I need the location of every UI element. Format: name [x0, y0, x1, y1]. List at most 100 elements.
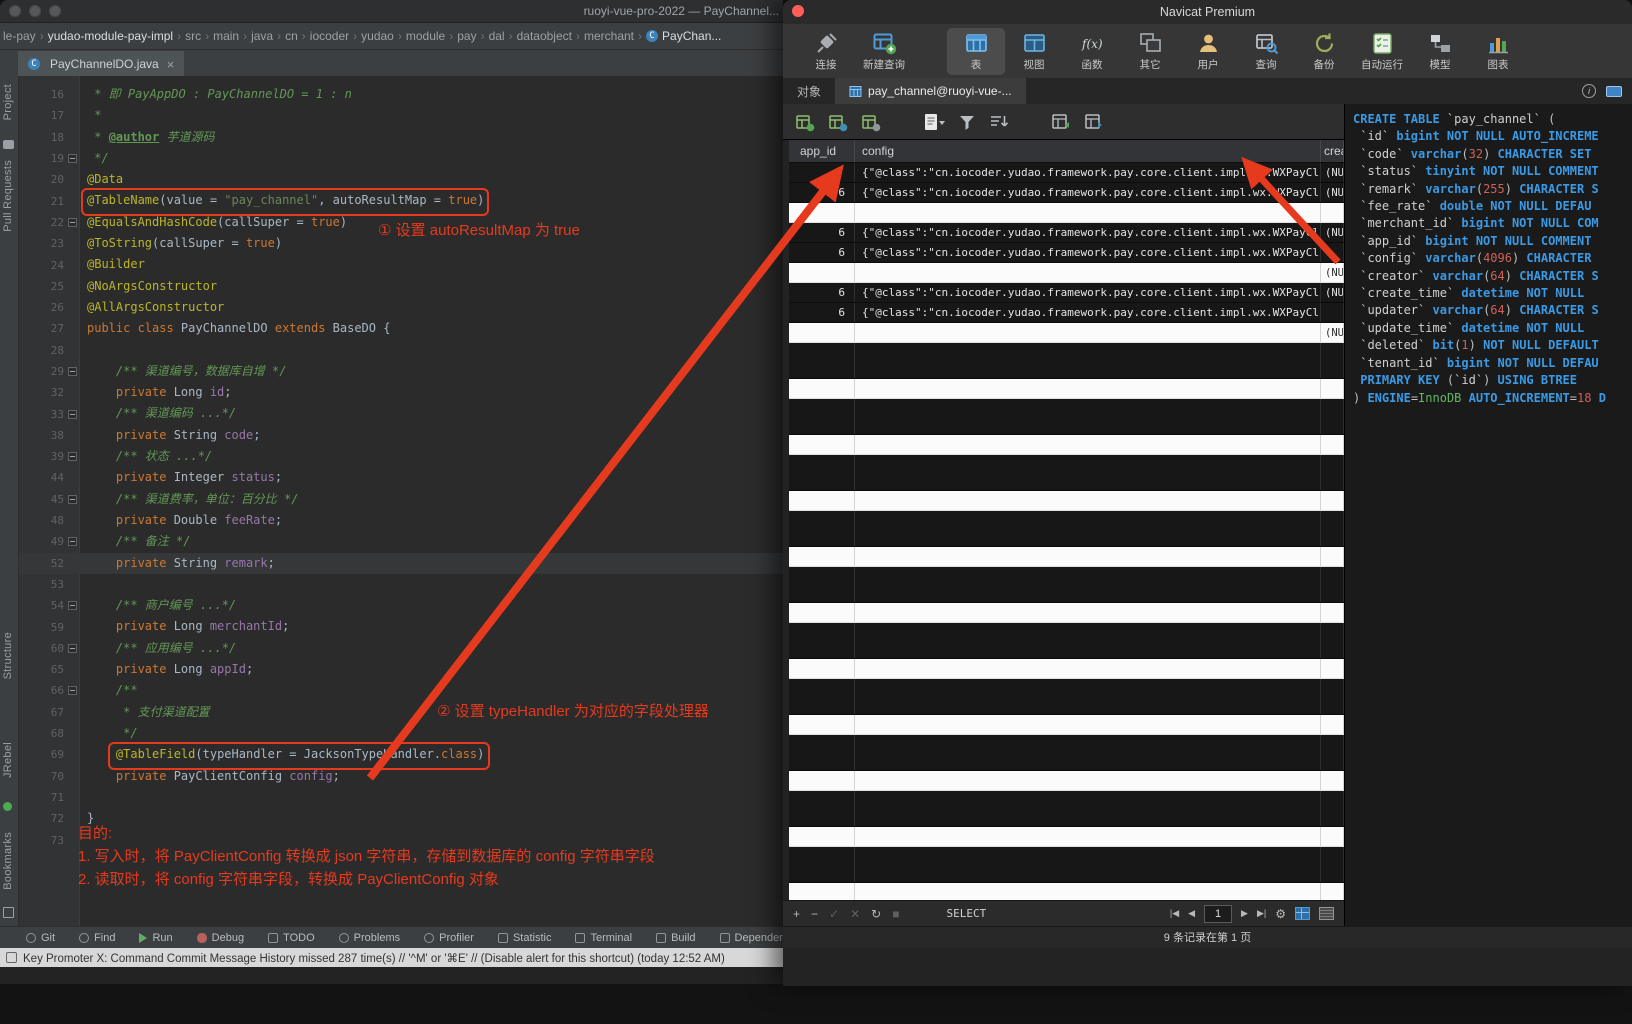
- grid-cell-create-time[interactable]: [1321, 847, 1344, 882]
- grid-cell-config[interactable]: {"@class":"cn.iocoder.yudao.framework.pa…: [855, 243, 1321, 262]
- toolbar-query[interactable]: 查询: [1237, 28, 1295, 75]
- code-line[interactable]: 60 /** 应用编号 ...*/: [19, 638, 783, 659]
- prev-page-button[interactable]: ◀: [1188, 909, 1195, 918]
- line-number[interactable]: 28: [38, 344, 64, 357]
- grid-cell-create-time[interactable]: (NUL: [1321, 163, 1344, 182]
- grid-cell-create-time[interactable]: [1321, 435, 1344, 454]
- toolbar-connection[interactable]: 连接: [797, 28, 855, 75]
- toolbar-function[interactable]: f(x) 函数: [1063, 28, 1121, 75]
- grid-cell-app-id[interactable]: [789, 163, 855, 182]
- fold-marker-icon[interactable]: [68, 686, 77, 695]
- grid-cell-app-id[interactable]: [789, 883, 855, 900]
- line-number[interactable]: 73: [38, 834, 64, 847]
- tool-button-find[interactable]: Find: [79, 932, 115, 944]
- grid-cell-create-time[interactable]: (NUL: [1321, 223, 1344, 242]
- line-number[interactable]: 49: [38, 535, 64, 548]
- grid-row[interactable]: 6{"@class":"cn.iocoder.yudao.framework.p…: [789, 243, 1344, 263]
- jrebel-icon[interactable]: [3, 802, 12, 811]
- code-line[interactable]: 68 */: [19, 723, 783, 744]
- grid-row[interactable]: [789, 847, 1344, 883]
- tool-button-debug[interactable]: Debug: [197, 932, 244, 944]
- line-number[interactable]: 20: [38, 173, 64, 186]
- grid-row[interactable]: [789, 603, 1344, 623]
- grid-cell-config[interactable]: [855, 715, 1321, 734]
- grid-cell-app-id[interactable]: [789, 511, 855, 546]
- code-line[interactable]: 38 private String code;: [19, 425, 783, 446]
- grid-cell-app-id[interactable]: [789, 771, 855, 790]
- grid-cell-create-time[interactable]: [1321, 771, 1344, 790]
- tool-button-build[interactable]: Build: [656, 932, 695, 944]
- minimize-window-button[interactable]: [29, 5, 41, 17]
- line-number[interactable]: 72: [38, 812, 64, 825]
- grid-cell-app-id[interactable]: [789, 603, 855, 622]
- grid-cell-create-time[interactable]: [1321, 399, 1344, 434]
- grid-row[interactable]: [789, 491, 1344, 511]
- grid-row[interactable]: [789, 343, 1344, 379]
- sidebar-item-project[interactable]: Project: [2, 84, 14, 120]
- code-line[interactable]: 18 * @author 芋道源码: [19, 127, 783, 148]
- code-line[interactable]: 17 *: [19, 105, 783, 126]
- zoom-window-button[interactable]: [49, 5, 61, 17]
- grid-row[interactable]: [789, 771, 1344, 791]
- code-line[interactable]: 69 @TableField(typeHandler = JacksonType…: [19, 744, 783, 765]
- page-number-box[interactable]: 1: [1204, 905, 1232, 923]
- grid-row[interactable]: [789, 827, 1344, 847]
- last-page-button[interactable]: ▶|: [1257, 909, 1266, 918]
- grid-cell-create-time[interactable]: [1321, 715, 1344, 734]
- column-header-app-id[interactable]: app_id: [789, 140, 855, 162]
- grid-cell-app-id[interactable]: [789, 203, 855, 222]
- grid-cell-create-time[interactable]: [1321, 491, 1344, 510]
- grid-row[interactable]: [789, 547, 1344, 567]
- grid-row[interactable]: [789, 623, 1344, 659]
- code-line[interactable]: 65 private Long appId;: [19, 659, 783, 680]
- stop-button[interactable]: ■: [892, 908, 899, 920]
- grid-cell-config[interactable]: [855, 547, 1321, 566]
- tool-button-git[interactable]: Git: [26, 932, 55, 944]
- grid-cell-create-time[interactable]: [1321, 455, 1344, 490]
- grid-cell-create-time[interactable]: [1321, 827, 1344, 846]
- grid-cell-create-time[interactable]: [1321, 679, 1344, 714]
- code-line[interactable]: 21@TableName(value = "pay_channel", auto…: [19, 190, 783, 211]
- toolbar-new-query[interactable]: 新建查询: [855, 28, 913, 75]
- grid-cell-app-id[interactable]: 6: [789, 303, 855, 322]
- close-window-button[interactable]: [9, 5, 21, 17]
- column-header-create-time[interactable]: creat...: [1321, 140, 1344, 162]
- grid-cell-config[interactable]: [855, 827, 1321, 846]
- toolbar-backup[interactable]: 备份: [1295, 28, 1353, 75]
- line-number[interactable]: 19: [38, 152, 64, 165]
- grid-cell-config[interactable]: [855, 491, 1321, 510]
- tab-paychanneldo-java[interactable]: C PayChannelDO.java ×: [18, 51, 184, 77]
- line-number[interactable]: 54: [38, 599, 64, 612]
- line-number[interactable]: 65: [38, 663, 64, 676]
- tool-button-statistic[interactable]: Statistic: [498, 932, 552, 944]
- line-number[interactable]: 27: [38, 322, 64, 335]
- code-editor[interactable]: 16 * 即 PayAppDO : PayChannelDO = 1 : n17…: [19, 76, 783, 926]
- tool-button-todo[interactable]: TODO: [268, 932, 315, 944]
- grid-cell-app-id[interactable]: [789, 735, 855, 770]
- grid-cell-app-id[interactable]: 6: [789, 243, 855, 262]
- grid-cell-app-id[interactable]: [789, 623, 855, 658]
- line-number[interactable]: 26: [38, 301, 64, 314]
- line-number[interactable]: 60: [38, 642, 64, 655]
- grid-cell-config[interactable]: {"@class":"cn.iocoder.yudao.framework.pa…: [855, 303, 1321, 322]
- code-line[interactable]: 59 private Long merchantId;: [19, 616, 783, 637]
- grid-row[interactable]: 6{"@class":"cn.iocoder.yudao.framework.p…: [789, 223, 1344, 243]
- grid-cell-config[interactable]: [855, 323, 1321, 342]
- toolbar-view[interactable]: 视图: [1005, 28, 1063, 75]
- toolbar-table[interactable]: 表: [947, 28, 1005, 75]
- line-number[interactable]: 71: [38, 791, 64, 804]
- code-line[interactable]: 49 /** 备注 */: [19, 531, 783, 552]
- fold-marker-icon[interactable]: [68, 154, 77, 163]
- grid-row[interactable]: (NUL: [789, 263, 1344, 283]
- line-number[interactable]: 44: [38, 471, 64, 484]
- grid-cell-app-id[interactable]: [789, 827, 855, 846]
- line-number[interactable]: 45: [38, 493, 64, 506]
- grid-cell-config[interactable]: [855, 771, 1321, 790]
- line-number[interactable]: 22: [38, 216, 64, 229]
- grid-row[interactable]: 6{"@class":"cn.iocoder.yudao.framework.p…: [789, 283, 1344, 303]
- grid-cell-config[interactable]: [855, 735, 1321, 770]
- code-line[interactable]: 54 /** 商户编号 ...*/: [19, 595, 783, 616]
- grid-cell-config[interactable]: {"@class":"cn.iocoder.yudao.framework.pa…: [855, 163, 1321, 182]
- apply-changes-button[interactable]: ✓: [829, 908, 839, 920]
- line-number[interactable]: 48: [38, 514, 64, 527]
